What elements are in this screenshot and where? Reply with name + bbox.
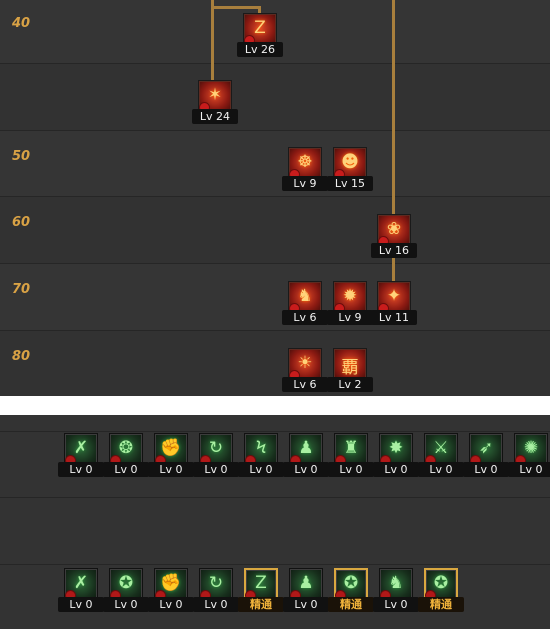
skill-level-label: Lv 6 (282, 310, 328, 325)
lower-skill-panel: ✗ Lv 0 ❂ Lv 0 ✊ Lv 0 ↻ Lv 0 Ϟ Lv 0 ♟ Lv 0 ♜ Lv 0 ✸ Lv 0… (0, 415, 550, 629)
level-row-50: 50 (0, 131, 550, 197)
tree-connector-line (211, 0, 214, 80)
lower-skill-slot[interactable]: ♜ Lv 0 (328, 433, 374, 477)
skill-level-label: 精通 (418, 597, 464, 612)
skill-level-label: Lv 6 (282, 377, 328, 392)
skill-slot-lv9-a[interactable]: ☸ Lv 9 (282, 147, 328, 191)
skill-level-label: Lv 9 (282, 176, 328, 191)
skill-level-label: Lv 0 (373, 462, 419, 477)
lower-skill-slot[interactable]: Z 精通 (238, 568, 284, 612)
skill-slot-lv2[interactable]: 覇 Lv 2 (327, 348, 373, 392)
lower-skill-slot[interactable]: ♟ Lv 0 (283, 568, 329, 612)
lower-skill-slot[interactable]: ✊ Lv 0 (148, 568, 194, 612)
skill-tree-panel: 40 50 60 70 80 Z Lv 26 ✶ Lv 24 ☸ Lv 9 ☻ (0, 0, 550, 396)
skill-level-label: Lv 11 (371, 310, 417, 325)
skill-level-label: Lv 0 (103, 597, 149, 612)
level-row-60: 60 (0, 197, 550, 264)
lower-skill-slot[interactable]: Ϟ Lv 0 (238, 433, 284, 477)
skill-glyph: 覇 (341, 358, 359, 378)
skill-level-label: Lv 2 (327, 377, 373, 392)
lower-skill-slot[interactable]: ♞ Lv 0 (373, 568, 419, 612)
skill-level-label: Lv 0 (283, 597, 329, 612)
skill-level-label: Lv 0 (508, 462, 550, 477)
skill-level-label: Lv 0 (328, 462, 374, 477)
skill-level-label: Lv 0 (373, 597, 419, 612)
skill-level-label: Lv 9 (327, 310, 373, 325)
skill-level-label: Lv 0 (193, 597, 239, 612)
level-label: 70 (12, 282, 31, 297)
skill-level-label: Lv 15 (327, 176, 373, 191)
level-row-80: 80 (0, 331, 550, 396)
skill-level-label: Lv 0 (418, 462, 464, 477)
lower-skill-slot[interactable]: ❂ Lv 0 (103, 433, 149, 477)
level-label: 50 (12, 149, 31, 164)
skill-level-label: Lv 24 (192, 109, 238, 124)
level-label: 80 (12, 349, 31, 364)
row-separator (0, 431, 550, 432)
lower-skill-slot[interactable]: ✪ Lv 0 (103, 568, 149, 612)
skill-level-label: Lv 0 (193, 462, 239, 477)
lower-skill-slot[interactable]: ✸ Lv 0 (373, 433, 419, 477)
lower-skill-slot[interactable]: ♟ Lv 0 (283, 433, 329, 477)
lower-skill-slot[interactable]: ⚔ Lv 0 (418, 433, 464, 477)
lower-skill-slot[interactable]: ✊ Lv 0 (148, 433, 194, 477)
row-separator (0, 564, 550, 565)
skill-slot-lv11[interactable]: ✦ Lv 11 (371, 281, 417, 325)
section-divider (0, 396, 550, 415)
skill-slot-lv6-a[interactable]: ♞ Lv 6 (282, 281, 328, 325)
row-separator (0, 497, 550, 498)
skill-slot-lv9-b[interactable]: ✹ Lv 9 (327, 281, 373, 325)
level-row-blank (0, 64, 550, 131)
lower-skill-slot[interactable]: ✪ 精通 (328, 568, 374, 612)
lower-skill-slot[interactable]: ✺ Lv 0 (508, 433, 550, 477)
lower-skill-slot[interactable]: ✗ Lv 0 (58, 568, 104, 612)
skill-level-label: Lv 0 (58, 597, 104, 612)
tree-connector-line (211, 6, 261, 9)
skill-slot-lv6-b[interactable]: ☀ Lv 6 (282, 348, 328, 392)
lower-skill-slot[interactable]: ✪ 精通 (418, 568, 464, 612)
level-label: 60 (12, 215, 31, 230)
lower-skill-slot[interactable]: ✗ Lv 0 (58, 433, 104, 477)
skill-level-label: 精通 (238, 597, 284, 612)
skill-level-label: Lv 0 (58, 462, 104, 477)
skill-level-label: Lv 0 (148, 462, 194, 477)
lower-skill-slot[interactable]: ➶ Lv 0 (463, 433, 509, 477)
skill-level-label: Lv 0 (148, 597, 194, 612)
skill-level-label: Lv 0 (238, 462, 284, 477)
skill-level-label: Lv 0 (283, 462, 329, 477)
skill-slot-lv15[interactable]: ☻ Lv 15 (327, 147, 373, 191)
skill-level-label: Lv 0 (103, 462, 149, 477)
lower-skill-slot[interactable]: ↻ Lv 0 (193, 568, 239, 612)
skill-level-label: 精通 (328, 597, 374, 612)
lower-skill-slot[interactable]: ↻ Lv 0 (193, 433, 239, 477)
skill-level-label: Lv 0 (463, 462, 509, 477)
skill-slot-lv16[interactable]: ❀ Lv 16 (371, 214, 417, 258)
skill-level-label: Lv 26 (237, 42, 283, 57)
level-row-70: 70 (0, 264, 550, 331)
skill-slot-lv24[interactable]: ✶ Lv 24 (192, 80, 238, 124)
level-label: 40 (12, 16, 31, 31)
skill-level-label: Lv 16 (371, 243, 417, 258)
skill-slot-lv26[interactable]: Z Lv 26 (237, 13, 283, 57)
